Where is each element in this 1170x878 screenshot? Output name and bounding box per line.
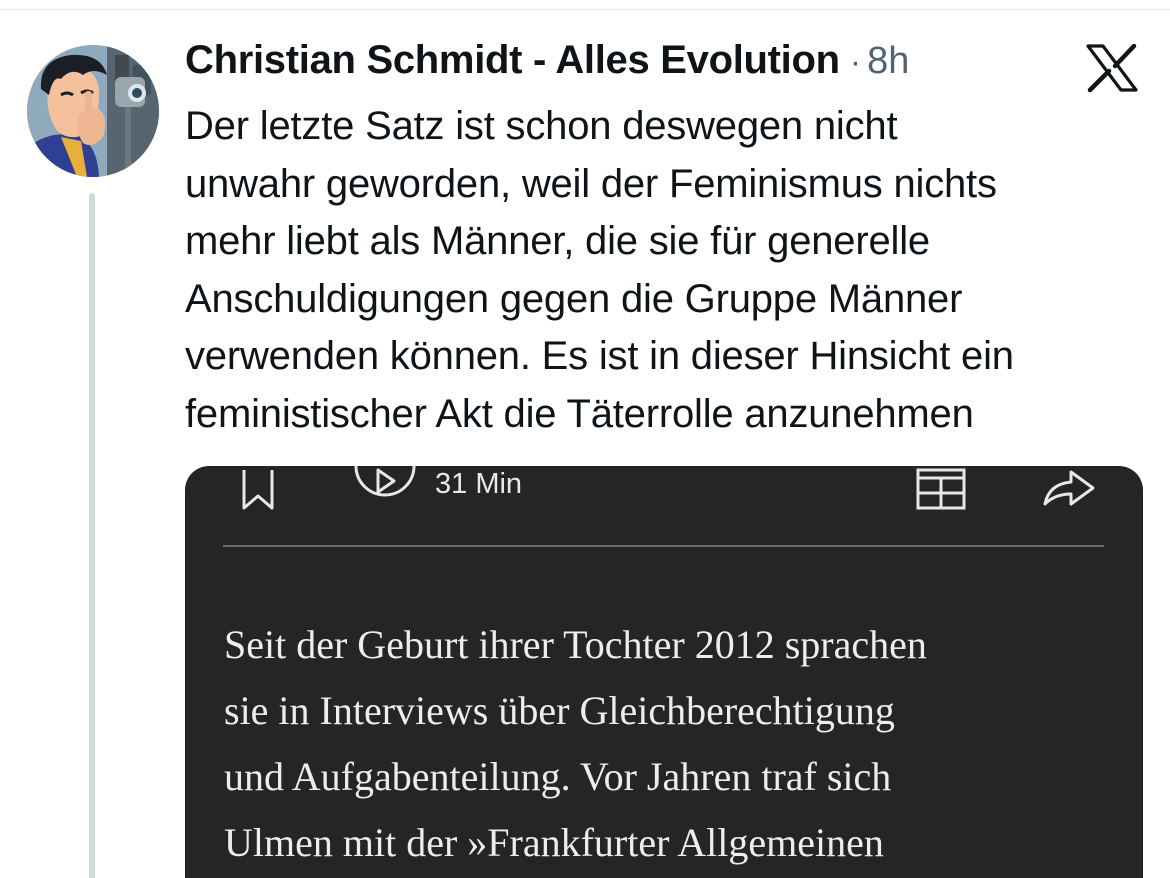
media-toolbar: 31 Min — [185, 466, 1143, 528]
tweet-text: Der letzte Satz ist schon deswegen nicht… — [185, 98, 1145, 443]
share-icon — [1041, 466, 1097, 510]
article-line: Seit der Geburt ihrer Tochter 2012 sprac… — [224, 622, 927, 667]
grid-icon — [915, 466, 967, 512]
separator-dot: · — [849, 43, 862, 81]
avatar[interactable] — [27, 45, 159, 177]
top-divider — [0, 0, 1170, 10]
article-excerpt: Seit der Geburt ihrer Tochter 2012 sprac… — [224, 612, 1124, 876]
avatar-illustration — [27, 45, 159, 177]
tweet-text-line: Anschuldigungen gegen die Gruppe Männer — [185, 276, 963, 321]
tweet-text-line: mehr liebt als Männer, die sie für gener… — [185, 219, 930, 263]
author-name[interactable]: Christian Schmidt - Alles Evolution — [185, 38, 840, 83]
tweet-header: Christian Schmidt - Alles Evolution · 8h — [185, 38, 909, 94]
tweet-text-line: verwenden können. Es ist in dieser Hinsi… — [185, 334, 1014, 378]
play-icon — [353, 466, 417, 514]
article-line: sie in Interviews über Gleichberechtigun… — [224, 688, 895, 733]
media-divider — [223, 545, 1104, 547]
timestamp[interactable]: 8h — [867, 40, 909, 83]
media-attachment[interactable]: 31 Min Seit der Geburt ihrer Tochter 201… — [185, 466, 1143, 878]
tweet-page: Christian Schmidt - Alles Evolution · 8h… — [0, 0, 1170, 878]
tweet-text-line: Der letzte Satz ist schon deswegen nicht — [185, 104, 898, 148]
tweet-text-line: feministischer Akt die Täterrolle anzune… — [185, 391, 974, 436]
bookmark-icon — [240, 468, 276, 514]
tweet-text-line: unwahr geworden, weil der Feminismus nic… — [185, 161, 997, 206]
article-line: Ulmen mit der »Frankfurter Allgemeinen — [224, 820, 884, 865]
x-logo-icon[interactable] — [1086, 43, 1138, 93]
duration-label: 31 Min — [435, 468, 523, 500]
thread-line — [89, 193, 95, 878]
article-line: und Aufgabenteilung. Vor Jahren traf sic… — [224, 754, 892, 799]
